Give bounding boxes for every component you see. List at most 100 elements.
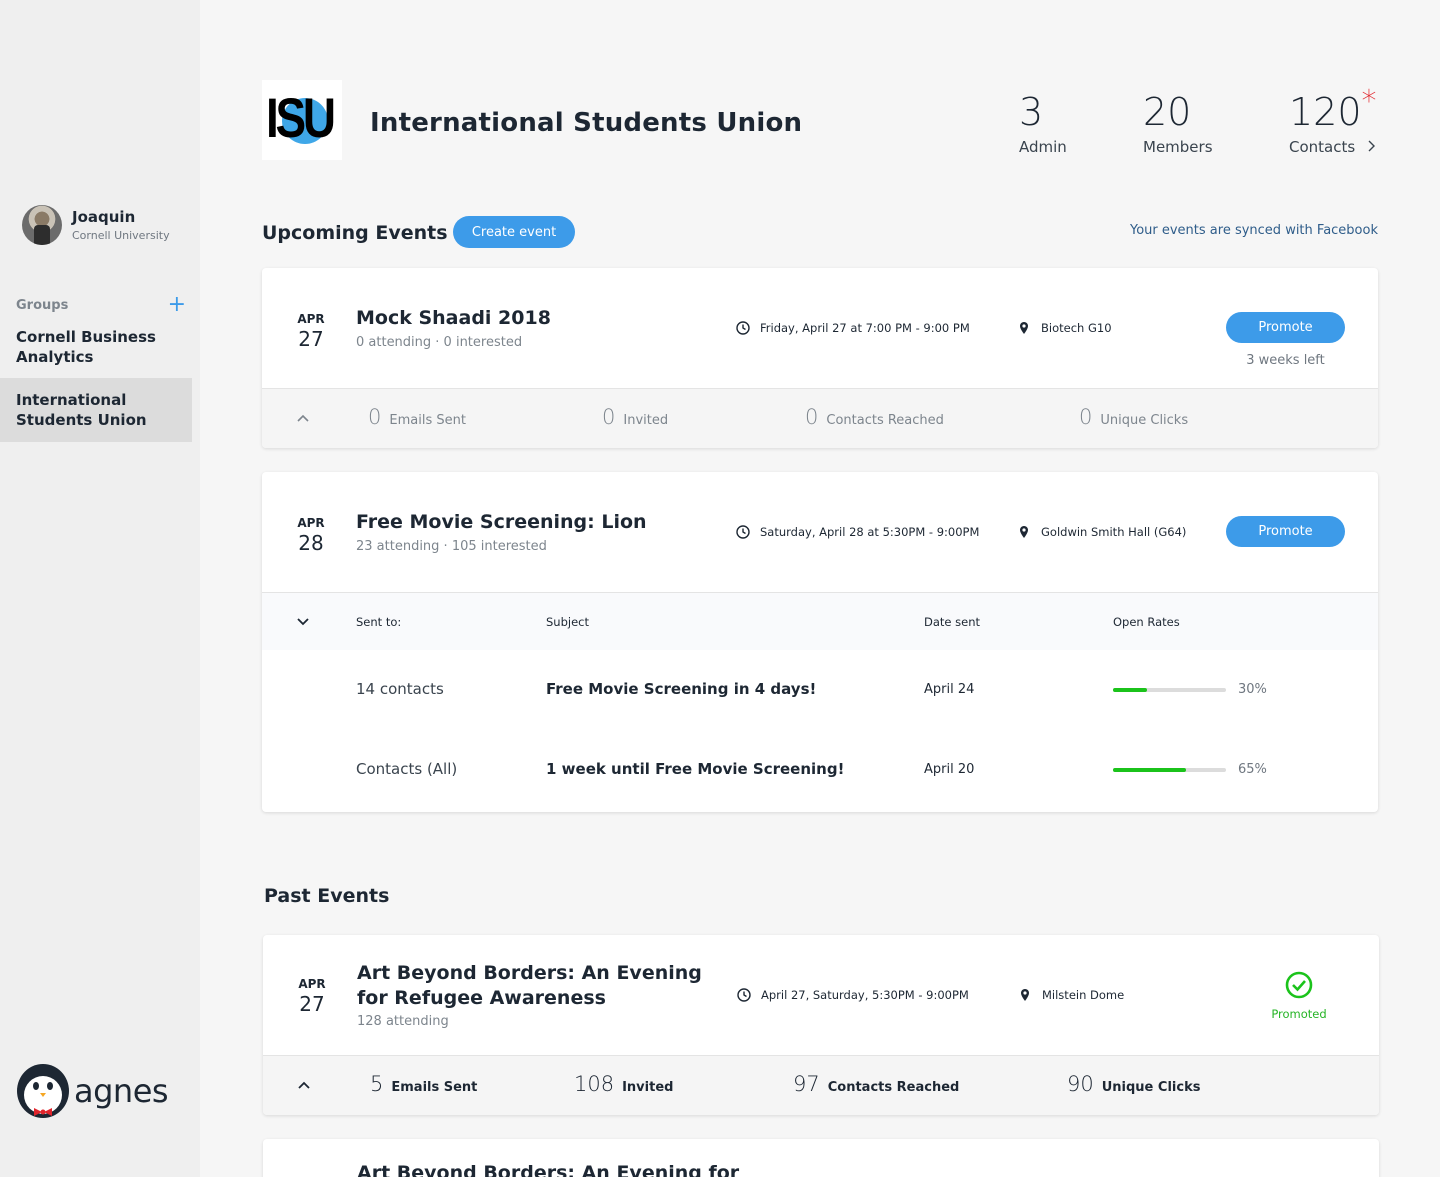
stat-contacts-reached: 0 Contacts Reached xyxy=(805,405,944,429)
clock-icon xyxy=(736,321,750,335)
event-title[interactable]: Mock Shaadi 2018 xyxy=(356,306,716,331)
sent-to-cell: 14 contacts xyxy=(356,680,444,698)
event-month: APR xyxy=(297,516,325,530)
stat-contacts-value: 120 xyxy=(1289,90,1362,134)
clock-icon xyxy=(736,525,750,539)
subject-cell: Free Movie Screening in 4 days! xyxy=(546,680,817,698)
event-time: Friday, April 27 at 7:00 PM - 9:00 PM xyxy=(736,321,970,335)
chevron-up-icon[interactable] xyxy=(297,1078,311,1092)
clock-icon xyxy=(737,988,751,1002)
event-day: 27 xyxy=(298,327,324,351)
facebook-sync-note[interactable]: Your events are synced with Facebook xyxy=(1130,223,1378,238)
event-time-text: April 27, Saturday, 5:30PM - 9:00PM xyxy=(761,988,969,1002)
event-title[interactable]: Free Movie Screening: Lion xyxy=(356,510,716,535)
time-remaining: 3 weeks left xyxy=(1246,353,1325,368)
avatar xyxy=(22,205,62,245)
user-profile[interactable]: Joaquin Cornell University xyxy=(22,205,170,245)
event-location-text: Milstein Dome xyxy=(1042,988,1125,1002)
create-event-button[interactable]: Create event xyxy=(453,216,575,248)
sidebar-item-international-students-union[interactable]: International Students Union xyxy=(0,378,192,442)
stat-admin-label: Admin xyxy=(1019,138,1067,156)
event-attendance: 23 attending · 105 interested xyxy=(356,539,547,554)
required-asterisk: * xyxy=(1361,84,1377,119)
promote-button[interactable]: Promote xyxy=(1226,516,1345,547)
org-logo: ISU xyxy=(262,80,342,160)
open-rate-fill xyxy=(1113,688,1147,692)
column-sent-to: Sent to: xyxy=(356,615,402,629)
stat-members-label: Members xyxy=(1143,138,1213,156)
event-card: APR 27 Mock Shaadi 2018 0 attending · 0 … xyxy=(262,268,1378,448)
event-summary[interactable]: APR 27 Mock Shaadi 2018 0 attending · 0 … xyxy=(262,268,1378,388)
stat-emails-sent: 5 Emails Sent xyxy=(370,1072,478,1096)
chevron-up-icon[interactable] xyxy=(296,411,310,425)
table-row[interactable]: 14 contacts Free Movie Screening in 4 da… xyxy=(262,650,1378,730)
event-title[interactable]: Art Beyond Borders: An Evening for Refug… xyxy=(357,961,717,1011)
date-sent-cell: April 24 xyxy=(924,682,975,697)
column-subject: Subject xyxy=(546,615,589,629)
stat-admin: 3 Admin xyxy=(1019,92,1067,156)
page-title: International Students Union xyxy=(370,108,803,138)
date-sent-cell: April 20 xyxy=(924,762,975,777)
logo-text: ISU xyxy=(266,86,336,149)
stat-contacts[interactable]: 120* Contacts xyxy=(1289,87,1377,157)
event-location: Biotech G10 xyxy=(1017,321,1112,335)
event-card: APR 27 Art Beyond Borders: An Evening fo… xyxy=(263,935,1379,1115)
stat-invited: 108 Invited xyxy=(574,1072,674,1096)
location-pin-icon xyxy=(1020,526,1028,538)
event-attendance: 128 attending xyxy=(357,1014,449,1029)
chevron-down-icon[interactable] xyxy=(296,615,310,629)
event-location: Goldwin Smith Hall (G64) xyxy=(1017,525,1186,539)
stat-unique-clicks: 0 Unique Clicks xyxy=(1079,405,1189,429)
penguin-icon xyxy=(17,1064,69,1118)
open-rate-bar xyxy=(1113,768,1226,772)
stat-unique-clicks: 90 Unique Clicks xyxy=(1067,1072,1201,1096)
stat-members: 20 Members xyxy=(1143,92,1213,156)
event-time: Saturday, April 28 at 5:30PM - 9:00PM xyxy=(736,525,979,539)
stat-invited: 0 Invited xyxy=(602,405,669,429)
event-date: APR 27 xyxy=(297,977,327,1016)
event-time-text: Saturday, April 28 at 5:30PM - 9:00PM xyxy=(760,525,980,539)
subject-cell: 1 week until Free Movie Screening! xyxy=(546,760,845,778)
location-pin-icon xyxy=(1020,322,1028,334)
event-month: APR xyxy=(298,977,326,991)
open-rate-bar xyxy=(1113,688,1226,692)
stat-contacts-reached: 97 Contacts Reached xyxy=(793,1072,960,1096)
user-org: Cornell University xyxy=(72,229,170,242)
sent-to-cell: Contacts (All) xyxy=(356,760,458,778)
table-row[interactable]: Contacts (All) 1 week until Free Movie S… xyxy=(262,730,1378,810)
past-events-title: Past Events xyxy=(264,885,390,907)
event-card: Art Beyond Borders: An Evening for xyxy=(263,1139,1379,1177)
event-stats: 5 Emails Sent 108 Invited 97 Contacts Reach… xyxy=(263,1055,1379,1115)
emails-table-header: Sent to: Subject Date sent Open Rates xyxy=(262,592,1378,650)
event-day: 28 xyxy=(298,531,324,555)
event-day: 27 xyxy=(299,992,325,1016)
groups-header: Groups + xyxy=(16,294,186,316)
event-location-text: Goldwin Smith Hall (G64) xyxy=(1041,525,1187,539)
event-time-text: Friday, April 27 at 7:00 PM - 9:00 PM xyxy=(760,321,970,335)
open-rate-value: 65% xyxy=(1238,762,1267,777)
event-title[interactable]: Art Beyond Borders: An Evening for xyxy=(357,1161,857,1177)
upcoming-events-title: Upcoming Events xyxy=(262,222,448,244)
check-circle-icon xyxy=(1285,971,1313,999)
event-location-text: Biotech G10 xyxy=(1041,321,1112,335)
event-stats: 0 Emails Sent 0 Invited 0 Contacts Reached … xyxy=(262,388,1378,448)
stat-contacts-label: Contacts xyxy=(1289,138,1356,156)
event-summary[interactable]: APR 28 Free Movie Screening: Lion 23 att… xyxy=(262,472,1378,592)
event-location: Milstein Dome xyxy=(1018,988,1124,1002)
open-rate-value: 30% xyxy=(1238,682,1267,697)
event-card: APR 28 Free Movie Screening: Lion 23 att… xyxy=(262,472,1378,812)
event-month: APR xyxy=(297,312,325,326)
user-name: Joaquin xyxy=(72,208,136,226)
brand-logo: agnes xyxy=(16,1062,169,1120)
event-time: April 27, Saturday, 5:30PM - 9:00PM xyxy=(737,988,969,1002)
promoted-status: Promoted xyxy=(1269,971,1329,1021)
stat-admin-value: 3 xyxy=(1019,90,1044,134)
chevron-right-icon xyxy=(1368,140,1375,152)
plus-icon[interactable]: + xyxy=(168,294,186,316)
promote-button[interactable]: Promote xyxy=(1226,312,1345,343)
groups-label: Groups xyxy=(16,297,69,313)
column-open-rates: Open Rates xyxy=(1113,615,1180,629)
event-summary[interactable]: APR 27 Art Beyond Borders: An Evening fo… xyxy=(263,935,1379,1055)
stat-emails-sent: 0 Emails Sent xyxy=(368,405,466,429)
sidebar-item-cornell-business-analytics[interactable]: Cornell Business Analytics xyxy=(0,327,192,367)
